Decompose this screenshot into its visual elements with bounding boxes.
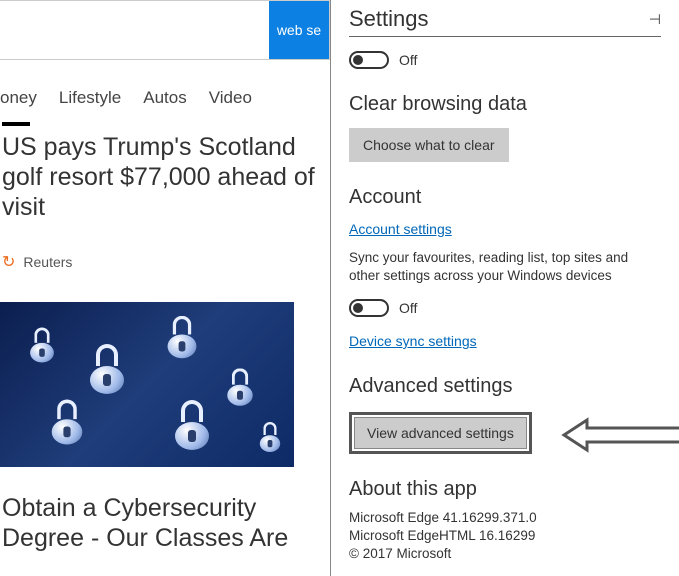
pin-icon[interactable]: ⊣ [649,11,661,28]
annotation-arrow-icon [559,414,679,461]
about-version: Microsoft Edge 41.16299.371.0 [349,509,661,527]
about-heading: About this app [349,478,661,501]
about-copyright: © 2017 Microsoft [349,545,661,563]
account-settings-link[interactable]: Account settings [349,221,452,237]
nav-money[interactable]: oney [0,88,37,108]
source-label: Reuters [23,254,72,270]
device-sync-link[interactable]: Device sync settings [349,333,477,349]
search-bar: web se [0,0,330,60]
nav-tabs: oney Lifestyle Autos Video [0,60,330,122]
sync-description: Sync your favourites, reading list, top … [349,249,661,285]
account-heading: Account [349,186,661,209]
toggle-switch-1[interactable] [349,51,389,69]
news-article-1[interactable]: US pays Trump's Scotland golf resort $77… [0,122,330,272]
about-engine: Microsoft EdgeHTML 16.16299 [349,527,661,545]
advanced-heading: Advanced settings [349,375,661,398]
nav-lifestyle[interactable]: Lifestyle [59,88,121,108]
article-2-title[interactable]: Obtain a Cybersecurity Degree - Our Clas… [0,493,330,553]
settings-panel: Settings ⊣ Off Clear browsing data Choos… [330,0,679,576]
accent-rule [2,122,30,126]
toggle-switch-2[interactable] [349,299,389,317]
divider [349,36,661,37]
nav-autos[interactable]: Autos [143,88,186,108]
view-advanced-button[interactable]: View advanced settings [354,417,527,449]
toggle-1-label: Off [399,52,417,68]
article-source: ↻ Reuters [2,252,328,272]
settings-heading: Settings [349,6,429,32]
article-title: US pays Trump's Scotland golf resort $77… [2,132,328,222]
nav-video[interactable]: Video [209,88,252,108]
advanced-button-highlight: View advanced settings [349,412,532,454]
reuters-icon: ↻ [2,252,15,272]
search-input[interactable] [0,1,269,59]
web-search-button[interactable]: web se [269,1,329,59]
toggle-2-label: Off [399,300,417,316]
article-2-image[interactable] [0,302,294,467]
choose-clear-button[interactable]: Choose what to clear [349,128,509,162]
page-content: web se oney Lifestyle Autos Video US pay… [0,0,330,576]
clear-data-heading: Clear browsing data [349,93,661,116]
